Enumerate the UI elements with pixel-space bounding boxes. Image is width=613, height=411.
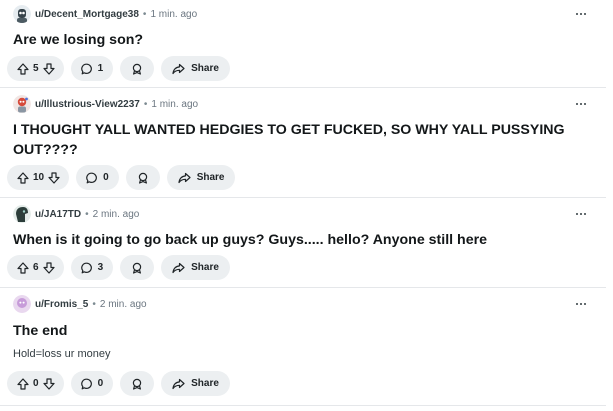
award-button[interactable] (120, 371, 155, 396)
vote-control: 6 (7, 255, 64, 280)
award-icon (132, 262, 142, 274)
downvote-icon[interactable] (42, 261, 55, 274)
snoo-avatar-icon (13, 295, 31, 313)
username-link[interactable]: u/Decent_Mortgage38 (35, 9, 139, 20)
post-body: Hold=loss ur money (13, 348, 111, 360)
vote-count: 5 (33, 63, 39, 74)
post-actions: 10 0 Share (7, 165, 236, 190)
share-icon (178, 172, 191, 183)
award-button[interactable] (120, 255, 155, 280)
award-button[interactable] (125, 165, 160, 190)
more-options-icon[interactable] (574, 298, 588, 310)
post-title[interactable]: The end (13, 321, 573, 341)
downvote-icon[interactable] (48, 171, 60, 184)
avatar[interactable] (13, 5, 31, 23)
comment-icon (86, 172, 98, 183)
username-link[interactable]: u/Illustrious-View2237 (35, 99, 140, 110)
post-time: 1 min. ago (150, 8, 198, 20)
award-icon (138, 172, 147, 184)
post-title[interactable]: When is it going to go back up guys? Guy… (13, 230, 573, 250)
downvote-icon[interactable] (42, 62, 55, 75)
post-meta: u/JA17TD • 2 min. ago (13, 204, 139, 224)
avatar[interactable] (13, 205, 31, 223)
share-label: Share (191, 378, 219, 389)
username-link[interactable]: u/Fromis_5 (35, 299, 88, 310)
share-button[interactable]: Share (161, 56, 230, 81)
post-title[interactable]: Are we losing son? (13, 30, 573, 50)
vote-count: 0 (33, 378, 39, 389)
snoo-avatar-icon (13, 205, 31, 223)
snoo-avatar-icon (13, 5, 31, 23)
comment-count: 0 (103, 172, 109, 183)
post-card[interactable]: u/Illustrious-View2237 • 1 min. ago I TH… (0, 88, 606, 198)
share-button[interactable]: Share (166, 165, 236, 190)
post-time: 1 min. ago (151, 98, 199, 110)
share-label: Share (191, 262, 219, 273)
vote-control: 10 (7, 165, 70, 190)
vote-control: 0 (7, 371, 64, 396)
post-actions: 0 0 Share (7, 371, 230, 396)
comment-feed: u/Decent_Mortgage38 • 1 min. ago Are we … (0, 0, 613, 411)
comments-button[interactable]: 0 (70, 371, 114, 396)
more-options-icon[interactable] (574, 98, 588, 110)
post-time: 2 min. ago (99, 298, 147, 310)
comment-icon (80, 378, 92, 389)
share-label: Share (191, 63, 219, 74)
award-button[interactable] (120, 56, 155, 81)
avatar[interactable] (13, 295, 31, 313)
comment-count: 3 (97, 262, 104, 273)
avatar[interactable] (13, 95, 31, 113)
award-icon (132, 63, 142, 75)
more-options-icon[interactable] (574, 208, 588, 220)
post-meta: u/Fromis_5 • 2 min. ago (13, 294, 147, 314)
meta-separator: • (85, 208, 89, 220)
comment-count: 1 (97, 63, 104, 74)
vote-count: 10 (33, 172, 45, 183)
meta-separator: • (92, 298, 96, 310)
share-button[interactable]: Share (161, 255, 230, 280)
username-link[interactable]: u/JA17TD (35, 209, 81, 220)
post-card[interactable]: u/JA17TD • 2 min. ago When is it going t… (0, 198, 606, 288)
post-card[interactable]: u/Fromis_5 • 2 min. ago The end Hold=los… (0, 288, 606, 406)
comments-button[interactable]: 0 (76, 165, 119, 190)
post-meta: u/Illustrious-View2237 • 1 min. ago (13, 94, 198, 114)
post-title[interactable]: I THOUGHT YALL WANTED HEDGIES TO GET FUC… (13, 120, 573, 160)
share-icon (172, 63, 185, 74)
more-options-icon[interactable] (574, 8, 588, 20)
meta-separator: • (142, 8, 147, 20)
downvote-icon[interactable] (42, 377, 55, 390)
share-icon (172, 262, 185, 273)
share-button[interactable]: Share (161, 371, 230, 396)
meta-separator: • (143, 98, 148, 110)
post-actions: 6 3 Share (7, 255, 230, 280)
award-icon (132, 378, 142, 390)
upvote-icon[interactable] (17, 62, 29, 75)
comments-button[interactable]: 1 (70, 56, 114, 81)
comments-button[interactable]: 3 (70, 255, 114, 280)
vote-control: 5 (7, 56, 64, 81)
comment-icon (80, 262, 92, 273)
post-actions: 5 1 Share (7, 56, 230, 81)
post-meta: u/Decent_Mortgage38 • 1 min. ago (13, 4, 197, 24)
upvote-icon[interactable] (17, 377, 29, 390)
post-time: 2 min. ago (92, 208, 140, 220)
post-card[interactable]: u/Decent_Mortgage38 • 1 min. ago Are we … (0, 0, 606, 88)
share-label: Share (196, 172, 225, 183)
snoo-avatar-icon (13, 95, 31, 113)
share-icon (172, 378, 185, 389)
comment-count: 0 (97, 378, 104, 389)
upvote-icon[interactable] (17, 261, 29, 274)
vote-count: 6 (33, 262, 39, 273)
comment-icon (80, 63, 92, 74)
upvote-icon[interactable] (17, 171, 29, 184)
